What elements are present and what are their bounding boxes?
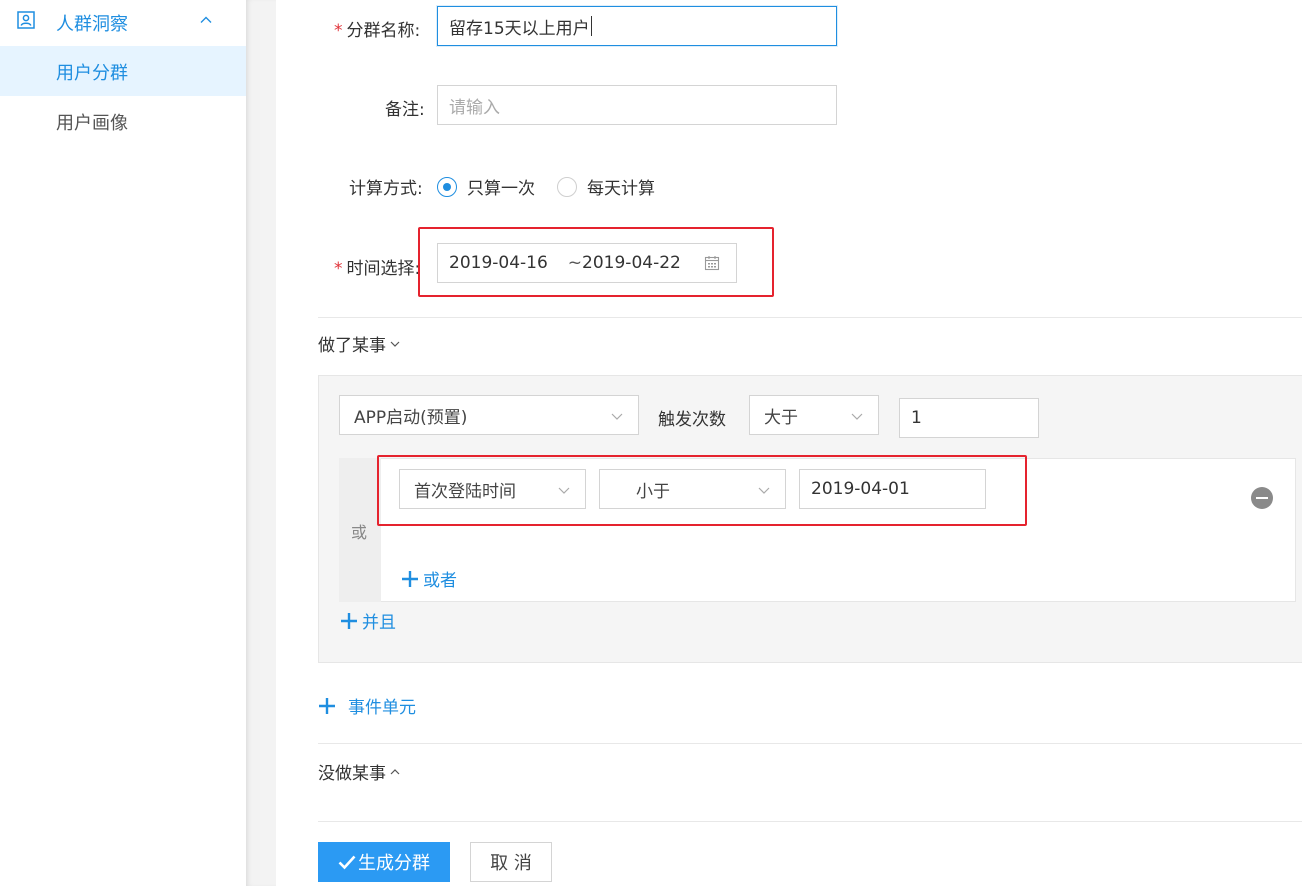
compare-select[interactable]: 大于 [749, 395, 879, 435]
add-and-condition-link[interactable]: 并且 [340, 608, 396, 633]
cancel-label: 取 消 [490, 853, 532, 874]
compare-select-value: 大于 [764, 407, 798, 428]
sidebar-item-user-profile[interactable]: 用户画像 [0, 96, 246, 146]
add-and-label: 并且 [362, 613, 396, 633]
cancel-button[interactable]: 取 消 [470, 842, 552, 882]
highlight-box-date [418, 227, 774, 297]
radio-calc-once[interactable]: 只算一次 [437, 174, 535, 199]
event-select-value: APP启动(预置) [354, 407, 468, 428]
chevron-down-icon [611, 413, 623, 420]
chevron-down-icon [851, 413, 863, 420]
required-mark: * [334, 21, 343, 41]
plus-icon [319, 697, 335, 714]
add-or-label: 或者 [423, 571, 457, 591]
sidebar-group-label: 人群洞察 [56, 14, 128, 35]
not-did-section-toggle[interactable]: 没做某事 [318, 759, 401, 784]
calc-method-label: 计算方式: [349, 179, 423, 199]
sidebar-item-label: 用户分群 [56, 63, 128, 84]
did-section-title: 做了某事 [318, 336, 386, 356]
generate-segment-label: 生成分群 [358, 853, 430, 874]
add-or-condition-link[interactable]: 或者 [401, 566, 457, 591]
sidebar-group-crowd-insight[interactable]: 人群洞察 [0, 0, 246, 46]
radio-calc-daily[interactable]: 每天计算 [557, 174, 655, 199]
trigger-count-input[interactable]: 1 [899, 398, 1039, 438]
trigger-count-value: 1 [911, 408, 922, 428]
trigger-count-label: 触发次数 [658, 410, 726, 430]
radio-label: 每天计算 [587, 179, 655, 199]
segment-name-value: 留存15天以上用户 [449, 18, 590, 39]
text-caret [590, 16, 592, 36]
radio-dot [437, 176, 457, 197]
remark-placeholder: 请输入 [449, 97, 500, 118]
remove-condition-icon[interactable] [1251, 487, 1273, 509]
required-mark: * [334, 259, 343, 279]
chevron-up-icon [390, 768, 400, 774]
segment-name-label: * 分群名称: [334, 21, 421, 41]
sidebar-item-label: 用户画像 [56, 113, 128, 134]
chevron-up-icon[interactable] [198, 12, 214, 28]
sidebar: 人群洞察 用户分群 用户画像 [0, 0, 246, 886]
or-group-label: 或 [351, 523, 368, 542]
remark-label: 备注: [385, 100, 425, 120]
add-event-unit-link[interactable]: 事件单元 [318, 693, 416, 718]
generate-segment-button[interactable]: 生成分群 [318, 842, 450, 882]
sidebar-item-user-segment[interactable]: 用户分群 [0, 46, 246, 96]
segment-name-input[interactable]: 留存15天以上用户 [437, 6, 837, 46]
highlight-box-condition [377, 455, 1027, 526]
remark-input[interactable]: 请输入 [437, 85, 837, 125]
divider [318, 821, 1302, 822]
divider [318, 743, 1302, 744]
add-event-unit-label: 事件单元 [348, 698, 416, 718]
content-gutter [246, 0, 276, 886]
check-icon [338, 855, 356, 870]
not-did-section-title: 没做某事 [318, 764, 386, 784]
did-section-toggle[interactable]: 做了某事 [318, 331, 401, 356]
user-card-icon [17, 11, 35, 29]
radio-dot [557, 176, 577, 197]
chevron-down-icon [390, 341, 400, 347]
divider [318, 317, 1302, 318]
event-select[interactable]: APP启动(预置) [339, 395, 639, 435]
plus-icon [341, 612, 357, 629]
time-range-label: * 时间选择: [334, 259, 421, 279]
radio-label: 只算一次 [467, 179, 535, 199]
plus-icon [402, 570, 418, 587]
